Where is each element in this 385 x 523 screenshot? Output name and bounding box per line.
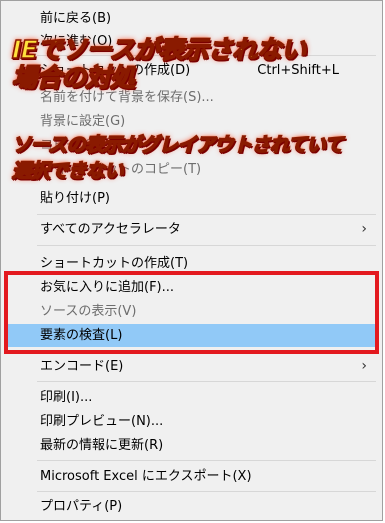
menu-separator: [37, 214, 376, 215]
menu-item-print-preview[interactable]: 印刷プレビュー(N)...: [4, 410, 379, 433]
menu-item-label: 要素の検査(L): [40, 328, 123, 343]
menu-item-set-background: 背景に設定(G): [4, 110, 379, 133]
menu-separator: [37, 460, 376, 461]
menu-item-inspect-element[interactable]: 要素の検査(L): [4, 324, 379, 347]
menu-separator: [37, 381, 376, 382]
menu-item-label: 印刷(I)...: [40, 390, 93, 405]
menu-item-label: 背景に設定(G): [40, 114, 126, 129]
menu-item-paste[interactable]: 貼り付け(P): [4, 187, 379, 210]
menu-item-create-shortcut-t[interactable]: ショートカットの作成(T): [4, 252, 379, 275]
menu-item-label: 貼り付け(P): [40, 191, 110, 206]
annotation-callout-line: ソースの表示がグレイアウトされていて: [11, 133, 344, 157]
menu-item-label: 前に戻る(B): [40, 11, 112, 26]
menu-item-label: ショートカットの作成(T): [40, 256, 189, 271]
menu-item-properties[interactable]: プロパティ(P): [4, 495, 379, 518]
annotation-callout-line: 場合の対処: [11, 63, 136, 93]
menu-item-all-accelerators[interactable]: すべてのアクセラレータ ›: [4, 218, 379, 241]
menu-item-back[interactable]: 前に戻る(B): [4, 7, 379, 30]
menu-item-add-favorites[interactable]: お気に入りに追加(F)...: [4, 276, 379, 299]
menu-item-label: お気に入りに追加(F)...: [40, 280, 175, 295]
annotation-callout-note: ソースの表示がグレイアウトされていて 選択できない: [11, 132, 344, 184]
menu-item-label: すべてのアクセラレータ: [40, 222, 181, 237]
menu-separator: [37, 245, 376, 246]
chevron-right-icon: ›: [361, 358, 367, 374]
menu-item-label: プロパティ(P): [40, 499, 123, 514]
menu-separator: [37, 491, 376, 492]
menu-item-label: ソースの表示(V): [40, 304, 137, 319]
menu-item-encoding[interactable]: エンコード(E) ›: [4, 355, 379, 378]
menu-item-refresh[interactable]: 最新の情報に更新(R): [4, 434, 379, 457]
menu-item-label: エンコード(E): [40, 359, 124, 374]
annotation-callout-title: IEでソースが表示されない 場合の対処: [11, 35, 307, 93]
menu-item-label: 印刷プレビュー(N)...: [40, 414, 164, 429]
menu-item-label: 最新の情報に更新(R): [40, 438, 164, 453]
menu-item-export-excel[interactable]: Microsoft Excel にエクスポート(X): [4, 465, 379, 488]
annotation-callout-line: IEでソースが表示されない: [11, 35, 307, 65]
menu-item-print[interactable]: 印刷(I)...: [4, 386, 379, 409]
menu-item-view-source: ソースの表示(V): [4, 300, 379, 323]
annotation-callout-line: 選択できない: [11, 159, 124, 183]
menu-item-label: Microsoft Excel にエクスポート(X): [40, 469, 252, 484]
chevron-right-icon: ›: [361, 221, 367, 237]
